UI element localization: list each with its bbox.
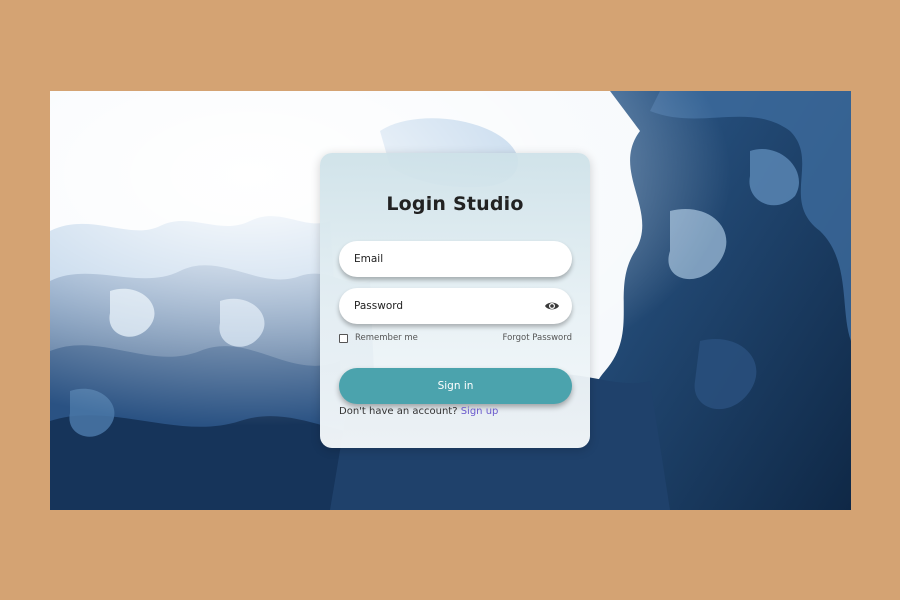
forgot-password-link[interactable]: Forgot Password [503, 333, 572, 343]
login-card: Login Studio Remember me Forgot Password… [320, 153, 590, 448]
remember-me[interactable]: Remember me [339, 333, 418, 343]
login-stage: Login Studio Remember me Forgot Password… [50, 91, 851, 510]
remember-label: Remember me [355, 333, 418, 343]
page-title: Login Studio [386, 193, 524, 215]
email-input[interactable] [354, 253, 534, 265]
options-row: Remember me Forgot Password [339, 333, 572, 345]
password-field-wrapper[interactable] [339, 288, 572, 324]
email-field-wrapper[interactable] [339, 241, 572, 277]
eye-icon[interactable] [544, 299, 560, 313]
sign-up-link[interactable]: Sign up [461, 406, 499, 417]
sign-in-button[interactable]: Sign in [339, 368, 572, 404]
signup-row: Don't have an account? Sign up [339, 406, 498, 417]
remember-checkbox[interactable] [339, 333, 348, 343]
password-input[interactable] [354, 300, 534, 312]
no-account-text: Don't have an account? [339, 406, 461, 417]
